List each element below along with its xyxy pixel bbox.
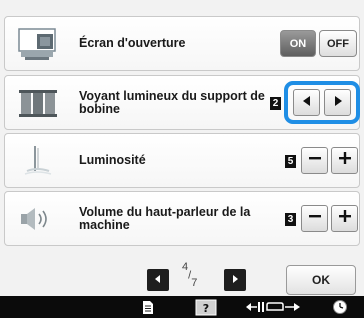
decrease-button[interactable] (301, 205, 328, 232)
page-navigation: 4/7 OK (0, 258, 364, 296)
on-button[interactable]: ON (280, 30, 316, 57)
speaker-icon (15, 202, 59, 236)
setting-label: Luminosité (79, 153, 146, 167)
horizontal-adjust-icon[interactable] (244, 296, 302, 318)
setting-label: Voyant lumineux du support de bobine (79, 88, 265, 116)
page-indicator: 4/7 (182, 261, 198, 289)
selection-highlight (284, 81, 360, 124)
opening-screen-icon (15, 27, 59, 61)
arrow-right-icon (230, 271, 240, 289)
increase-button[interactable] (331, 205, 358, 232)
spool-light-icon (15, 86, 59, 120)
value-display: 3 (285, 213, 296, 226)
needle-light-icon (15, 144, 59, 178)
increase-button[interactable] (331, 147, 358, 174)
setting-row-speaker-volume: Volume du haut-parleur de la machine 3 (4, 191, 360, 246)
off-button[interactable]: OFF (319, 30, 357, 57)
setting-row-brightness: Luminosité 5 (4, 133, 360, 188)
setting-label: Écran d'ouverture (79, 36, 186, 50)
value-display: 5 (285, 155, 296, 168)
settings-screen: Écran d'ouverture ON OFF Voyant lumineux… (0, 0, 364, 318)
plus-icon (338, 151, 352, 170)
previous-page-button[interactable] (147, 269, 169, 291)
svg-text:?: ? (203, 302, 209, 315)
arrow-left-icon (153, 271, 163, 289)
document-icon[interactable] (138, 296, 158, 318)
page-current: 4 (182, 261, 189, 273)
minus-icon (308, 209, 322, 228)
decrease-button[interactable] (301, 147, 328, 174)
minus-icon (308, 151, 322, 170)
setting-row-opening-screen: Écran d'ouverture ON OFF (4, 16, 360, 71)
next-page-button[interactable] (224, 269, 246, 291)
help-icon[interactable]: ? (193, 296, 219, 318)
value-display: 2 (270, 97, 281, 110)
setting-label: Volume du haut-parleur de la machine (79, 204, 251, 232)
page-total: 7 (191, 276, 198, 289)
ok-button[interactable]: OK (286, 265, 356, 295)
bottom-bar: ? (0, 296, 364, 318)
plus-icon (338, 209, 352, 228)
clock-icon[interactable] (330, 296, 350, 318)
